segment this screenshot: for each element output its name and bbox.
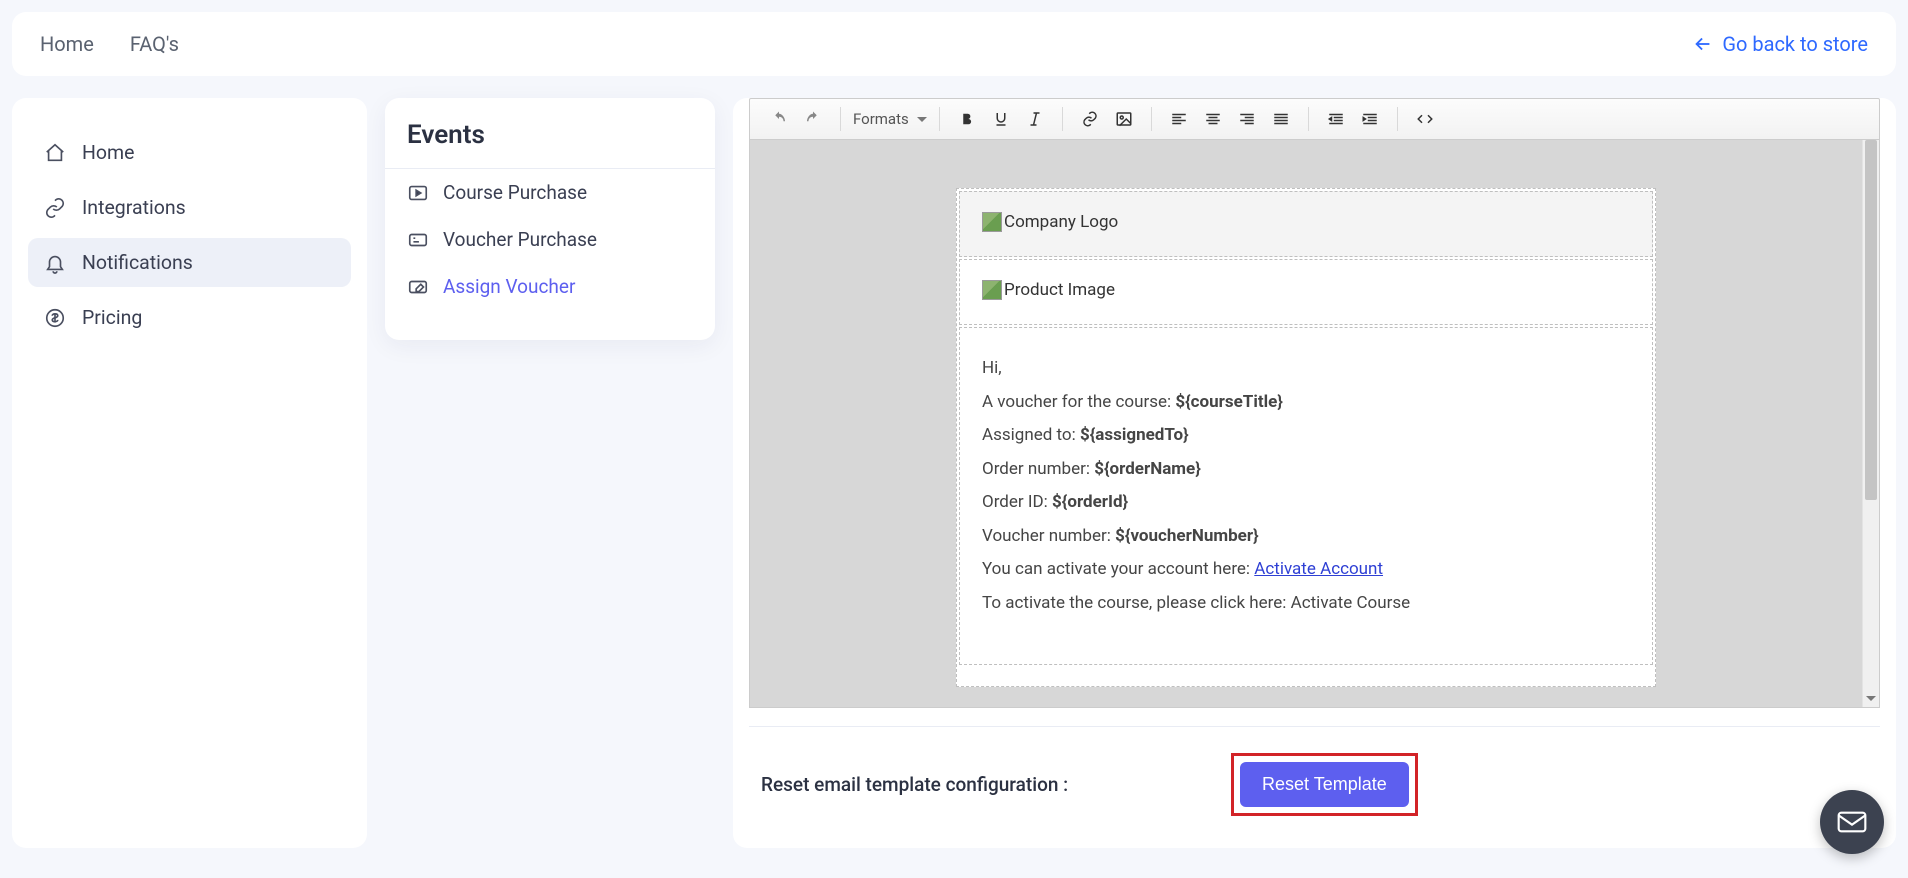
formats-label: Formats [853, 110, 909, 128]
topbar-left: Home FAQ's [40, 32, 179, 56]
email-body-cell: Hi, A voucher for the course: ${courseTi… [959, 327, 1653, 665]
link-button[interactable] [1073, 104, 1107, 134]
sidebar-item-label: Pricing [82, 306, 142, 329]
assigned-to-var: ${assignedTo} [1080, 425, 1189, 445]
dollar-icon [44, 307, 66, 329]
reset-row: Reset email template configuration : Res… [749, 726, 1880, 826]
orderid-line: Order ID: ${orderId} [982, 490, 1630, 516]
sidebar-item-label: Notifications [82, 251, 193, 274]
bell-icon [44, 252, 66, 274]
go-back-link[interactable]: Go back to store [1692, 32, 1868, 56]
sidebar-item-home[interactable]: Home [28, 128, 351, 177]
activate-course-line: To activate the course, please click her… [982, 591, 1630, 617]
product-image-placeholder: Product Image [982, 280, 1115, 300]
align-justify-button[interactable] [1264, 104, 1298, 134]
floating-mail-button[interactable] [1820, 790, 1884, 854]
toolbar-separator [1308, 107, 1309, 131]
email-product-cell: Product Image [959, 259, 1653, 325]
scroll-down-icon[interactable] [1863, 690, 1879, 707]
email-template-root: Company Logo Product Image Hi, A voucher… [956, 188, 1656, 687]
link-icon [44, 197, 66, 219]
toolbar-separator [1397, 107, 1398, 131]
nav-faqs-link[interactable]: FAQ's [130, 32, 179, 56]
order-id-var: ${orderId} [1052, 492, 1128, 512]
go-back-label: Go back to store [1722, 32, 1868, 56]
ordernum-line: Order number: ${orderName} [982, 457, 1630, 483]
editor-toolbar: Formats [749, 98, 1880, 140]
voucher-line-text: Voucher number: [982, 526, 1115, 546]
align-center-button[interactable] [1196, 104, 1230, 134]
align-left-button[interactable] [1162, 104, 1196, 134]
email-header-cell: Company Logo [959, 191, 1653, 257]
undo-button[interactable] [762, 104, 796, 134]
reset-label: Reset email template configuration : [761, 773, 1231, 796]
sidebar-item-label: Home [82, 141, 134, 164]
bold-button[interactable] [950, 104, 984, 134]
sidebar: Home Integrations Notifications Pricing [12, 98, 367, 848]
mail-icon [1836, 806, 1868, 838]
editor-wrapper: Formats [733, 98, 1896, 708]
editor-content[interactable]: Company Logo Product Image Hi, A voucher… [750, 140, 1862, 707]
editor-area: Company Logo Product Image Hi, A voucher… [749, 140, 1880, 708]
activate-account-text: You can activate your account here: [982, 559, 1254, 579]
assigned-line: Assigned to: ${assignedTo} [982, 423, 1630, 449]
events-panel: Events Course Purchase Voucher Purchase … [385, 98, 715, 340]
assigned-line-text: Assigned to: [982, 425, 1080, 445]
sidebar-item-pricing[interactable]: Pricing [28, 293, 351, 342]
underline-button[interactable] [984, 104, 1018, 134]
company-logo-placeholder: Company Logo [982, 212, 1118, 232]
sidebar-item-integrations[interactable]: Integrations [28, 183, 351, 232]
formats-dropdown[interactable]: Formats [845, 110, 935, 128]
logo-alt-text: Company Logo [1004, 212, 1118, 232]
greeting-text: Hi, [982, 356, 1630, 382]
ordernum-line-text: Order number: [982, 459, 1094, 479]
activate-account-link[interactable]: Activate Account [1254, 559, 1383, 579]
toolbar-separator [939, 107, 940, 131]
toolbar-separator [1062, 107, 1063, 131]
top-bar: Home FAQ's Go back to store [12, 12, 1896, 76]
scroll-thumb[interactable] [1865, 140, 1877, 500]
order-name-var: ${orderName} [1094, 459, 1201, 479]
main-content: Formats [733, 98, 1896, 848]
image-button[interactable] [1107, 104, 1141, 134]
arrow-left-icon [1692, 33, 1714, 55]
voucher-number-var: ${voucherNumber} [1115, 526, 1259, 546]
reset-template-button[interactable]: Reset Template [1240, 762, 1409, 807]
redo-button[interactable] [796, 104, 830, 134]
voucher-icon [407, 229, 429, 251]
orderid-line-text: Order ID: [982, 492, 1052, 512]
sidebar-item-label: Integrations [82, 196, 186, 219]
course-line-text: A voucher for the course: [982, 392, 1175, 412]
event-item-label: Voucher Purchase [443, 228, 597, 251]
toolbar-separator [1151, 107, 1152, 131]
nav-home-link[interactable]: Home [40, 32, 94, 56]
main-layout: Home Integrations Notifications Pricing … [0, 76, 1908, 878]
indent-button[interactable] [1353, 104, 1387, 134]
course-title-var: ${courseTitle} [1175, 392, 1283, 412]
home-icon [44, 142, 66, 164]
toolbar-separator [840, 107, 841, 131]
event-item-assign-voucher[interactable]: Assign Voucher [385, 263, 715, 310]
event-item-course-purchase[interactable]: Course Purchase [385, 169, 715, 216]
voucher-edit-icon [407, 276, 429, 298]
editor-scrollbar[interactable] [1862, 140, 1879, 707]
product-alt-text: Product Image [1004, 280, 1115, 300]
event-item-voucher-purchase[interactable]: Voucher Purchase [385, 216, 715, 263]
align-right-button[interactable] [1230, 104, 1264, 134]
code-button[interactable] [1408, 104, 1442, 134]
event-item-label: Assign Voucher [443, 275, 575, 298]
outdent-button[interactable] [1319, 104, 1353, 134]
reset-button-highlight: Reset Template [1231, 753, 1418, 816]
voucher-line: Voucher number: ${voucherNumber} [982, 524, 1630, 550]
event-item-label: Course Purchase [443, 181, 587, 204]
play-square-icon [407, 182, 429, 204]
sidebar-item-notifications[interactable]: Notifications [28, 238, 351, 287]
italic-button[interactable] [1018, 104, 1052, 134]
course-line: A voucher for the course: ${courseTitle} [982, 390, 1630, 416]
events-title: Events [385, 120, 715, 169]
activate-account-line: You can activate your account here: Acti… [982, 557, 1630, 583]
